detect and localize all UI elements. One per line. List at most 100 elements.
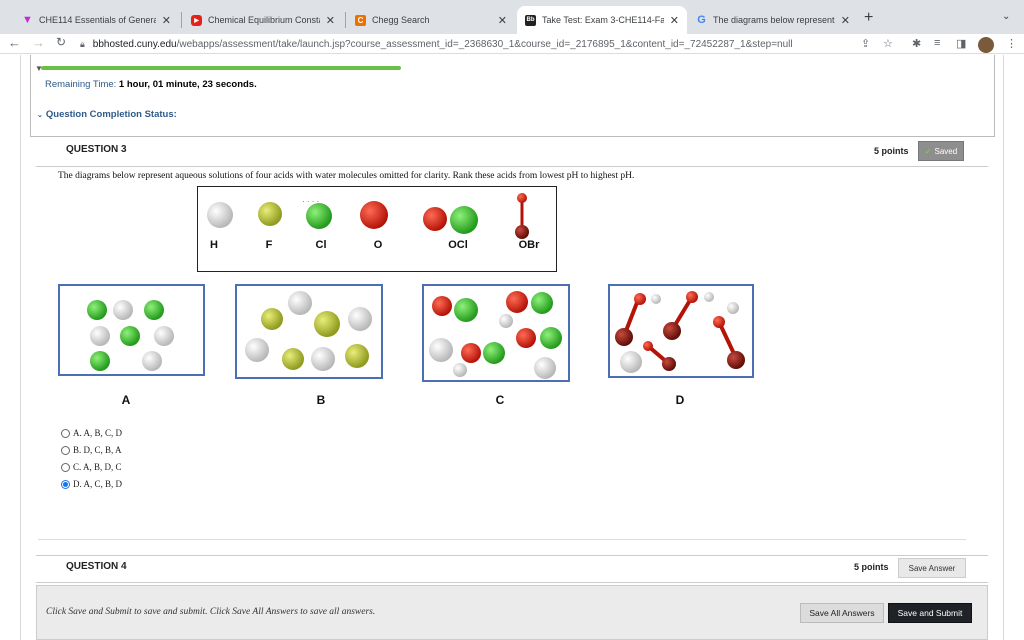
tab-chegg-search[interactable]: C Chegg Search ✕ [347, 6, 515, 34]
submit-footer: Click Save and Submit to save and submit… [36, 585, 988, 640]
diagram-label-a: A [121, 393, 131, 407]
answer-option-b[interactable]: B. D, C, B, A [61, 445, 122, 455]
side-panel-icon[interactable]: ◨ [956, 37, 966, 50]
address-bar[interactable]: 🔒︎ bbhosted.cuny.edu/webapps/assessment/… [80, 36, 880, 52]
save-answer-button[interactable]: Save Answer [898, 558, 966, 578]
ion-charge-dots: · · · · [302, 197, 319, 206]
tab-title: CHE114 Essentials of General C [39, 15, 156, 25]
tab-google-search[interactable]: G The diagrams below represent ✕ [688, 6, 858, 34]
legend-graphic: · · · · [207, 193, 529, 239]
tri-icon: ▼ [22, 14, 33, 26]
tab-title: Chegg Search [372, 15, 430, 25]
url-domain: bbhosted.cuny.edu [92, 38, 177, 50]
close-icon[interactable]: ✕ [326, 14, 335, 27]
diagram-d [608, 284, 754, 378]
option-label: D. A, C, B, D [73, 479, 123, 489]
diagram-a-graphic [87, 300, 174, 371]
answer-option-c[interactable]: C. A, B, D, C [61, 462, 122, 472]
save-all-answers-button[interactable]: Save All Answers [800, 603, 884, 623]
tab-separator [181, 12, 182, 28]
blackboard-icon: Bb [525, 14, 536, 26]
footer-instructions: Click Save and Submit to save and submit… [46, 607, 376, 617]
radio-button-selected[interactable] [61, 479, 70, 489]
close-icon[interactable]: ✕ [162, 14, 171, 27]
tab-take-test[interactable]: Bb Take Test: Exam 3-CHE114-Fall ✕ [517, 6, 687, 34]
tab-title: Take Test: Exam 3-CHE114-Fall [542, 15, 664, 25]
google-icon: G [697, 14, 706, 26]
remaining-time: Remaining Time: 1 hour, 01 minute, 23 se… [45, 79, 257, 90]
answer-option-a[interactable]: A. A, B, C, D [61, 428, 122, 438]
lock-icon: 🔒︎ [80, 38, 85, 49]
diagram-label-c: C [495, 393, 505, 407]
avatar[interactable] [978, 37, 994, 53]
close-icon[interactable]: ✕ [498, 14, 507, 27]
question-title: QUESTION 3 [66, 144, 127, 155]
check-icon: ✓ [924, 146, 932, 156]
page-content: ▼ Remaining Time: 1 hour, 01 minute, 23 … [0, 55, 1024, 640]
diagram-d-graphic [615, 291, 745, 373]
tab-title: Chemical Equilibrium Constant [208, 15, 320, 25]
tab-title: The diagrams below represent [713, 15, 835, 25]
legend-label-o: O [373, 239, 383, 251]
close-icon[interactable]: ✕ [670, 14, 679, 27]
fluorine-atom [258, 202, 282, 226]
completion-status-toggle[interactable]: ⌄ Question Completion Status: [37, 109, 177, 120]
diagram-b-graphic [245, 291, 372, 371]
progress-bar [41, 66, 401, 70]
question-points: 5 points [854, 562, 889, 572]
status-panel: ▼ Remaining Time: 1 hour, 01 minute, 23 … [30, 55, 995, 137]
diagram-b [235, 284, 383, 379]
question-3-header: QUESTION 3 5 points ✓ Saved [36, 141, 988, 167]
diagram-label-b: B [316, 393, 326, 407]
radio-button[interactable] [61, 462, 70, 472]
radio-button[interactable] [61, 445, 70, 455]
star-icon[interactable]: ☆ [883, 37, 893, 50]
question-4-header: QUESTION 4 5 points Save Answer [36, 555, 988, 583]
completion-label: Question Completion Status: [45, 109, 177, 120]
chegg-icon: C [355, 14, 366, 26]
ocl-chlorine [450, 206, 478, 234]
back-icon[interactable]: ← [8, 35, 21, 50]
radio-button[interactable] [61, 428, 70, 438]
question-title: QUESTION 4 [66, 561, 127, 572]
diagram-label-d: D [675, 393, 685, 407]
legend-label-h: H [210, 239, 218, 251]
save-and-submit-button[interactable]: Save and Submit [888, 603, 972, 623]
url-path: /webapps/assessment/take/launch.jsp?cour… [176, 38, 793, 50]
answer-option-d[interactable]: D. A, C, B, D [61, 479, 122, 489]
remaining-label: Remaining Time: [45, 79, 117, 90]
more-icon[interactable]: ⋮ [1006, 37, 1017, 50]
obr-bromine [515, 225, 529, 239]
chevron-down-icon[interactable]: ⌄ [1002, 11, 1010, 22]
close-icon[interactable]: ✕ [841, 14, 850, 27]
tab-strip: ▼ CHE114 Essentials of General C ✕ ▶ Che… [0, 0, 1024, 34]
atom-legend: · · · · H F Cl O OCl OBr [197, 186, 557, 272]
extensions-icon[interactable]: ✱ [912, 37, 921, 50]
legend-label-obr: OBr [518, 239, 540, 251]
option-label: C. A, B, D, C [73, 462, 122, 472]
tab-che114[interactable]: ▼ CHE114 Essentials of General C ✕ [14, 6, 179, 34]
oxygen-atom [360, 201, 388, 229]
reload-icon[interactable]: ↻ [56, 35, 66, 49]
saved-badge: ✓ Saved [918, 141, 964, 161]
diagram-a [58, 284, 205, 376]
share-icon[interactable]: ⇪ [861, 37, 870, 50]
chevron-down-icon: ⌄ [37, 112, 43, 119]
chloride-ion [306, 203, 332, 229]
obr-oxygen [517, 193, 527, 203]
ocl-oxygen [423, 207, 447, 231]
hydrogen-atom [207, 202, 233, 228]
forward-icon[interactable]: → [32, 35, 45, 50]
diagram-c [422, 284, 570, 382]
youtube-icon: ▶ [191, 14, 202, 26]
tab-separator [345, 12, 346, 28]
tab-chemical-equilibrium[interactable]: ▶ Chemical Equilibrium Constant ✕ [183, 6, 343, 34]
diagram-c-graphic [429, 291, 562, 379]
divider [38, 539, 966, 540]
remaining-value: 1 hour, 01 minute, 23 seconds. [118, 79, 257, 90]
legend-label-cl: Cl [315, 239, 327, 251]
new-tab-button[interactable]: + [864, 9, 873, 27]
reading-list-icon[interactable]: ≡ [934, 37, 940, 49]
question-points: 5 points [874, 146, 909, 156]
option-label: A. A, B, C, D [73, 428, 123, 438]
